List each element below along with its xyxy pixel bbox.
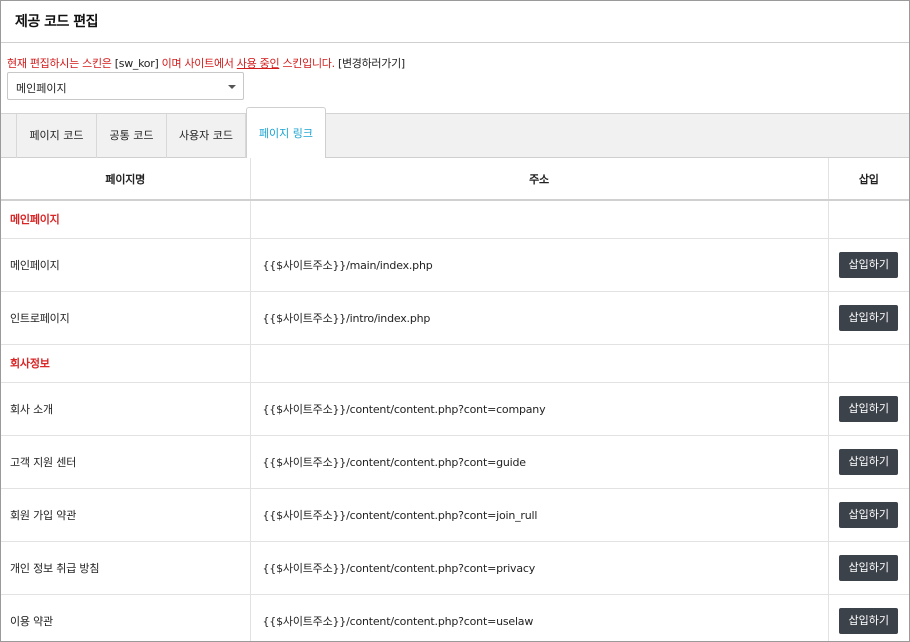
page-name-cell: 회원 가입 약관 [1,488,251,542]
tab-user-code[interactable]: 사용자 코드 [167,114,246,158]
page-address-cell: {{$사이트주소}}/main/index.php [250,238,829,292]
page-link-table: 페이지명 주소 삽입 메인페이지 메인페이지 {{$사이트주소}}/main/i… [1,158,909,641]
table-row: 메인페이지 {{$사이트주소}}/main/index.php 삽입하기 [1,238,909,292]
insert-cell: 삽입하기 [828,435,909,489]
page-address-cell: {{$사이트주소}}/content/content.php?cont=comp… [250,382,829,436]
insert-button[interactable]: 삽입하기 [839,251,899,278]
table-row: 이용 약관 {{$사이트주소}}/content/content.php?con… [1,594,909,641]
page-address-cell: {{$사이트주소}}/content/content.php?cont=priv… [250,541,829,595]
page-address-cell: {{$사이트주소}}/content/content.php?cont=join… [250,488,829,542]
insert-cell: 삽입하기 [828,238,909,292]
tab-page-link[interactable]: 페이지 링크 [246,107,326,159]
page-name-cell: 고객 지원 센터 [1,435,251,489]
table-header-row: 페이지명 주소 삽입 [1,158,909,201]
insert-cell: 삽입하기 [828,594,909,641]
page-address-cell: {{$사이트주소}}/content/content.php?cont=guid… [250,435,829,489]
page-title: 제공 코드 편집 [15,14,99,30]
skin-page-select[interactable]: 메인페이지 [7,72,244,100]
group-row: 메인페이지 [1,200,909,239]
group-row: 회사정보 [1,344,909,383]
notice-skin-code: [sw_kor] [114,57,159,70]
column-header-insert: 삽입 [828,158,909,201]
page-name-cell: 개인 정보 취급 방침 [1,541,251,595]
tab-bar: 페이지 코드 공통 코드 사용자 코드 페이지 링크 [1,107,909,159]
skin-notice: 현재 편집하시는 스킨은 [sw_kor] 이며 사이트에서 사용 중인 스킨입… [7,55,405,71]
insert-button[interactable]: 삽입하기 [839,395,899,422]
insert-cell: 삽입하기 [828,488,909,542]
insert-cell: 삽입하기 [828,541,909,595]
insert-cell: 삽입하기 [828,382,909,436]
table-row: 회사 소개 {{$사이트주소}}/content/content.php?con… [1,382,909,436]
page-name-cell: 메인페이지 [1,238,251,292]
insert-button[interactable]: 삽입하기 [839,554,899,581]
notice-text-2: 이며 사이트에서 [158,57,237,70]
table-row: 회원 가입 약관 {{$사이트주소}}/content/content.php?… [1,488,909,542]
skin-page-select-value: 메인페이지 [16,82,67,95]
group-insert-empty [828,200,909,239]
notice-in-use: 사용 중인 [236,57,280,70]
tab-page-code[interactable]: 페이지 코드 [17,114,97,158]
tab-common-code[interactable]: 공통 코드 [97,114,167,158]
insert-button[interactable]: 삽입하기 [839,501,899,528]
page-name-cell: 회사 소개 [1,382,251,436]
table-row: 고객 지원 센터 {{$사이트주소}}/content/content.php?… [1,435,909,489]
table-row: 인트로페이지 {{$사이트주소}}/intro/index.php 삽입하기 [1,291,909,345]
insert-cell: 삽입하기 [828,291,909,345]
page-name-cell: 인트로페이지 [1,291,251,345]
page-name-cell: 이용 약관 [1,594,251,641]
tab-bar-spacer [1,114,17,158]
insert-button[interactable]: 삽입하기 [839,448,899,475]
insert-button[interactable]: 삽입하기 [839,304,899,331]
group-address-empty [250,344,829,383]
insert-button[interactable]: 삽입하기 [839,607,899,634]
group-address-empty [250,200,829,239]
group-title: 회사정보 [1,344,251,383]
group-title: 메인페이지 [1,200,251,239]
table-row: 개인 정보 취급 방침 {{$사이트주소}}/content/content.p… [1,541,909,595]
page-address-cell: {{$사이트주소}}/content/content.php?cont=usel… [250,594,829,641]
change-skin-link[interactable]: [변경하러가기] [338,57,405,70]
column-header-page-name: 페이지명 [1,158,251,201]
notice-text-1: 현재 편집하시는 스킨은 [7,57,115,70]
notice-text-3: 스킨입니다. [279,57,338,70]
chevron-down-icon [228,85,236,89]
group-insert-empty [828,344,909,383]
title-bar: 제공 코드 편집 [1,1,909,43]
code-editor-panel: 제공 코드 편집 현재 편집하시는 스킨은 [sw_kor] 이며 사이트에서 … [0,0,910,642]
column-header-address: 주소 [250,158,829,201]
page-address-cell: {{$사이트주소}}/intro/index.php [250,291,829,345]
